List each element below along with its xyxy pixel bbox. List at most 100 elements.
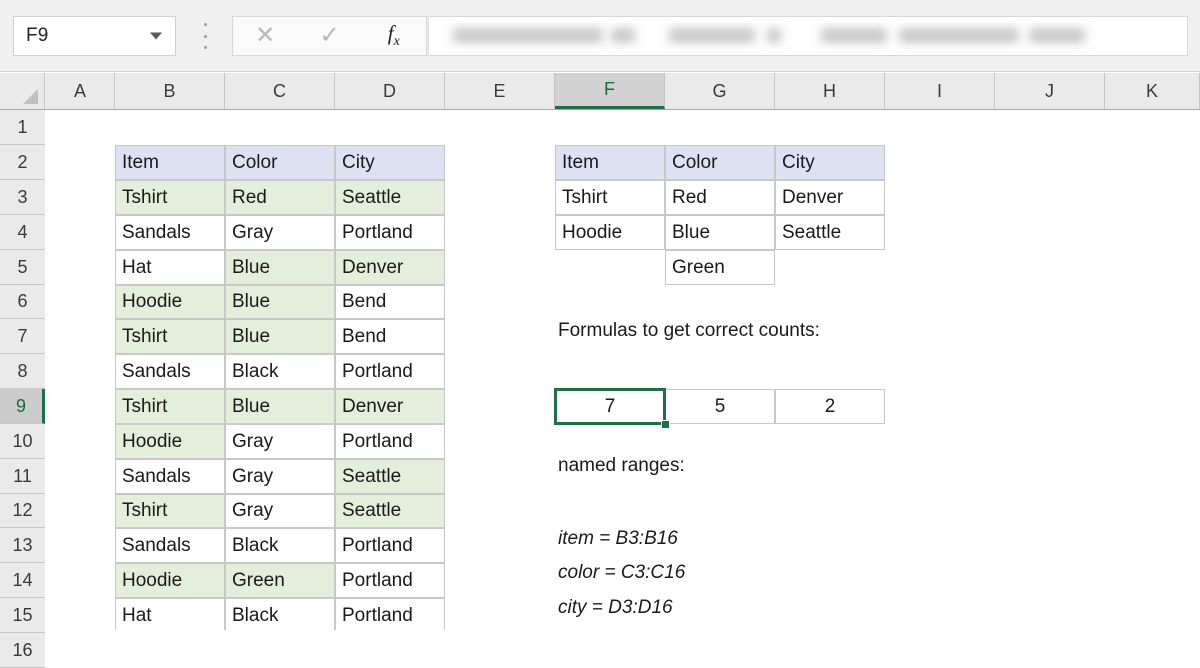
cell-D3[interactable]: Seattle	[335, 180, 445, 215]
cell-C10[interactable]: Gray	[225, 424, 335, 459]
vertical-dots-icon[interactable]	[203, 23, 207, 49]
cell-C12[interactable]: Gray	[225, 494, 335, 528]
cell-G9[interactable]: 5	[665, 389, 775, 424]
cell-C7[interactable]: Blue	[225, 319, 335, 354]
cell-C15[interactable]: Black	[225, 598, 335, 630]
accept-button[interactable]: ✓	[297, 17, 361, 55]
cell-D14[interactable]: Portland	[335, 563, 445, 598]
cell-B11[interactable]: Sandals	[115, 459, 225, 494]
cell-B12[interactable]: Tshirt	[115, 494, 225, 528]
fill-handle[interactable]	[661, 420, 670, 429]
row-header-11[interactable]: 11	[0, 459, 45, 494]
row-header-12[interactable]: 12	[0, 494, 45, 528]
cell-B13[interactable]: Sandals	[115, 528, 225, 563]
cell-G3[interactable]: Red	[665, 180, 775, 215]
cell-C2[interactable]: Color	[225, 145, 335, 180]
column-header-f[interactable]: F	[555, 73, 665, 109]
cell-D5[interactable]: Denver	[335, 250, 445, 285]
column-header-e[interactable]: E	[445, 73, 555, 109]
cell-B14[interactable]: Hoodie	[115, 563, 225, 598]
cell-H4[interactable]: Seattle	[775, 215, 885, 250]
cell-B2[interactable]: Item	[115, 145, 225, 180]
column-header-i[interactable]: I	[885, 73, 995, 109]
formula-input[interactable]	[428, 16, 1188, 56]
insert-function-button[interactable]: fx	[362, 17, 426, 55]
cell-D10[interactable]: Portland	[335, 424, 445, 459]
row-header-15[interactable]: 15	[0, 598, 45, 633]
row-header-7[interactable]: 7	[0, 319, 45, 354]
cell-B6[interactable]: Hoodie	[115, 285, 225, 319]
column-header-b[interactable]: B	[115, 73, 225, 109]
worksheet-grid[interactable]: Item Color City Tshirt Red Seattle Sanda…	[46, 110, 1200, 630]
row-header-1[interactable]: 1	[0, 110, 45, 145]
named-range-city: city = D3:D16	[558, 597, 673, 618]
cell-C8[interactable]: Black	[225, 354, 335, 389]
cell-G4[interactable]: Blue	[665, 215, 775, 250]
row-header-5[interactable]: 5	[0, 250, 45, 285]
cell-F2[interactable]: Item	[555, 145, 665, 180]
chevron-down-icon[interactable]	[150, 32, 162, 40]
row-header-14[interactable]: 14	[0, 563, 45, 598]
cell-F3[interactable]: Tshirt	[555, 180, 665, 215]
select-all-corner[interactable]	[0, 73, 45, 109]
row-header-4[interactable]: 4	[0, 215, 45, 250]
cell-C14[interactable]: Green	[225, 563, 335, 598]
cell-C3[interactable]: Red	[225, 180, 335, 215]
cell-D12[interactable]: Seattle	[335, 494, 445, 528]
cell-C13[interactable]: Black	[225, 528, 335, 563]
cell-H3[interactable]: Denver	[775, 180, 885, 215]
cell-C4[interactable]: Gray	[225, 215, 335, 250]
column-header-k[interactable]: K	[1105, 73, 1200, 109]
cell-B4[interactable]: Sandals	[115, 215, 225, 250]
cell-C5[interactable]: Blue	[225, 250, 335, 285]
cell-B7[interactable]: Tshirt	[115, 319, 225, 354]
cell-C11[interactable]: Gray	[225, 459, 335, 494]
column-header-d[interactable]: D	[335, 73, 445, 109]
cell-D15[interactable]: Portland	[335, 598, 445, 630]
cell-H2[interactable]: City	[775, 145, 885, 180]
blurred-formula-text	[669, 28, 755, 43]
row-header-8[interactable]: 8	[0, 354, 45, 389]
row-header-9[interactable]: 9	[0, 389, 45, 424]
cell-D13[interactable]: Portland	[335, 528, 445, 563]
column-header-row: A B C D E F G H I J K	[0, 73, 1200, 110]
row-header-10[interactable]: 10	[0, 424, 45, 459]
row-header-16[interactable]: 16	[0, 633, 45, 668]
column-header-a[interactable]: A	[46, 73, 115, 109]
cell-D7[interactable]: Bend	[335, 319, 445, 354]
cell-B8[interactable]: Sandals	[115, 354, 225, 389]
cell-C9[interactable]: Blue	[225, 389, 335, 424]
cell-D9[interactable]: Denver	[335, 389, 445, 424]
cell-C6[interactable]: Blue	[225, 285, 335, 319]
cell-G5[interactable]: Green	[665, 250, 775, 285]
cell-B3[interactable]: Tshirt	[115, 180, 225, 215]
dot	[203, 46, 207, 49]
column-header-h[interactable]: H	[775, 73, 885, 109]
cell-F9[interactable]: 7	[555, 389, 665, 424]
cell-D2[interactable]: City	[335, 145, 445, 180]
column-header-g[interactable]: G	[665, 73, 775, 109]
cell-B5[interactable]: Hat	[115, 250, 225, 285]
cell-D4[interactable]: Portland	[335, 215, 445, 250]
formula-bar-strip: F9 ✕ ✓ fx	[0, 0, 1200, 72]
cell-H9[interactable]: 2	[775, 389, 885, 424]
cell-D8[interactable]: Portland	[335, 354, 445, 389]
column-header-j[interactable]: J	[995, 73, 1105, 109]
cell-B10[interactable]: Hoodie	[115, 424, 225, 459]
name-box[interactable]: F9	[13, 16, 176, 56]
column-header-c[interactable]: C	[225, 73, 335, 109]
cell-D11[interactable]: Seattle	[335, 459, 445, 494]
row-header-6[interactable]: 6	[0, 285, 45, 319]
cell-G2[interactable]: Color	[665, 145, 775, 180]
cell-D6[interactable]: Bend	[335, 285, 445, 319]
blurred-formula-text	[767, 28, 781, 43]
cell-B15[interactable]: Hat	[115, 598, 225, 630]
cancel-button[interactable]: ✕	[233, 17, 297, 55]
row-header-3[interactable]: 3	[0, 180, 45, 215]
cell-F4[interactable]: Hoodie	[555, 215, 665, 250]
cell-B9[interactable]: Tshirt	[115, 389, 225, 424]
check-icon: ✓	[319, 22, 340, 49]
row-header-13[interactable]: 13	[0, 528, 45, 563]
row-header-2[interactable]: 2	[0, 145, 45, 180]
named-ranges-caption: named ranges:	[558, 455, 685, 476]
